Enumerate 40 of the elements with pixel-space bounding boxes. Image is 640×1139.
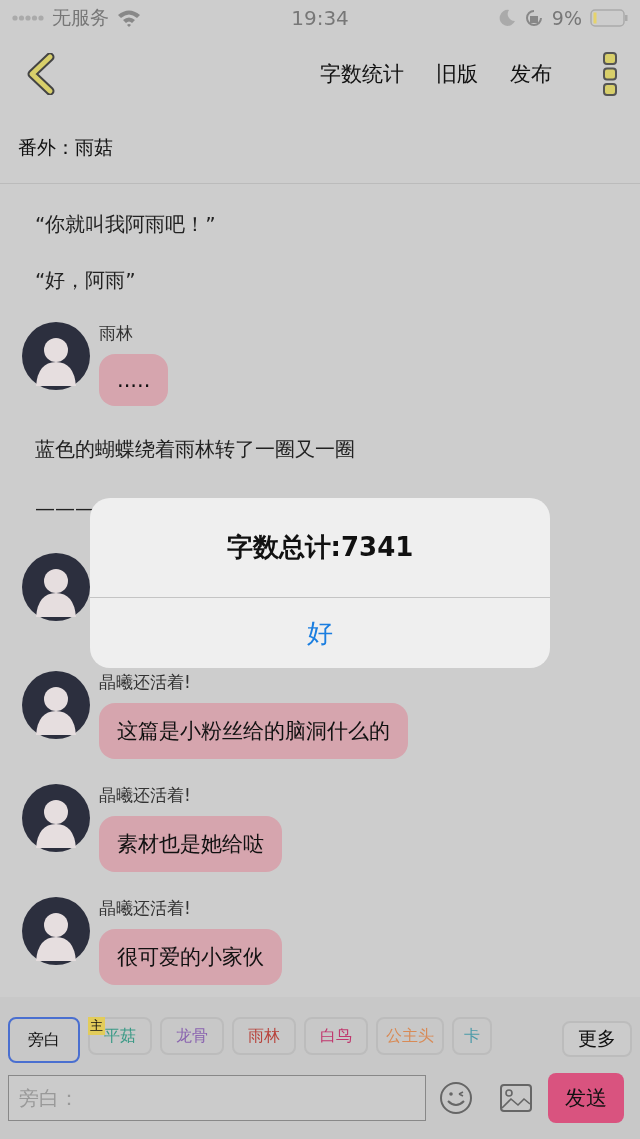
avatar [22, 553, 90, 621]
battery-icon [590, 9, 628, 27]
avatar [22, 322, 90, 390]
role-chip[interactable]: 龙骨 [160, 1017, 224, 1055]
narration-text: “你就叫我阿雨吧！” [35, 210, 216, 238]
rotation-lock-icon [523, 8, 544, 28]
nav-action[interactable]: 发布 [510, 60, 552, 88]
sender-name: 雨林 [99, 322, 133, 345]
message-bubble: ..... [99, 354, 169, 406]
narration-text: “好，阿雨” [35, 266, 136, 294]
clock: 19:34 [291, 6, 349, 30]
role-chip[interactable]: 旁白 [8, 1017, 80, 1063]
avatar [22, 897, 90, 965]
more-button[interactable]: 更多 [562, 1021, 632, 1057]
narration-text: 蓝色的蝴蝶绕着雨林转了一圈又一圈 [35, 435, 355, 463]
role-chip[interactable]: 雨林 [232, 1017, 296, 1055]
more-menu-icon[interactable] [602, 51, 618, 97]
ok-button[interactable]: 好 [90, 598, 550, 668]
sender-name: 晶曦还活着! [99, 671, 191, 694]
nav-action[interactable]: 旧版 [436, 60, 478, 88]
emoji-icon[interactable] [438, 1080, 474, 1116]
battery-percent: 9% [551, 7, 582, 29]
main-role-badge: 主 [88, 1017, 105, 1035]
nav-action[interactable]: 字数统计 [320, 60, 404, 88]
send-button[interactable]: 发送 [548, 1073, 624, 1123]
moon-icon [497, 9, 516, 27]
message-bubble: 这篇是小粉丝给的脑洞什么的 [99, 703, 408, 759]
message-bubble: 很可爱的小家伙 [99, 929, 282, 985]
signal-icon [12, 13, 44, 23]
dialog-message: 字数总计:7341 [226, 531, 414, 564]
chapter-title: 番外：雨菇 [18, 134, 113, 160]
carrier-label: 无服务 [52, 5, 109, 30]
wifi-icon [117, 9, 141, 27]
sender-name: 晶曦还活着! [99, 784, 191, 807]
sender-name: 晶曦还活着! [99, 897, 191, 920]
avatar [22, 784, 90, 852]
separator-dashes: ——— [35, 496, 95, 520]
avatar [22, 671, 90, 739]
role-chip[interactable]: 白鸟 [304, 1017, 368, 1055]
message-bubble: 素材也是她给哒 [99, 816, 282, 872]
